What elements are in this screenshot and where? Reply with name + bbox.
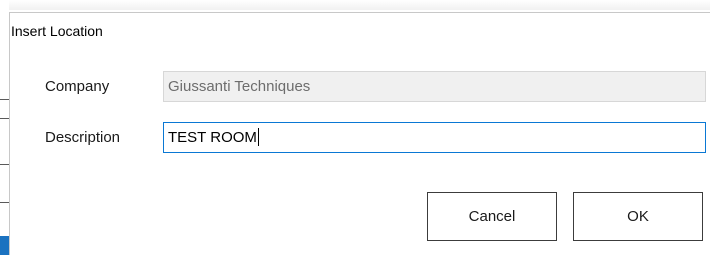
company-field: Giussanti Techniques	[163, 71, 706, 102]
background-divider	[0, 99, 9, 100]
dialog-title: Insert Location	[11, 23, 103, 39]
screen: Insert Location Company Giussanti Techni…	[0, 0, 710, 255]
background-divider	[0, 118, 9, 119]
background-divider	[0, 164, 9, 165]
text-caret	[257, 127, 259, 146]
description-label: Description	[45, 129, 121, 146]
company-value: Giussanti Techniques	[168, 78, 311, 95]
description-input[interactable]: TEST ROOM	[163, 122, 706, 153]
window-top-edge	[0, 0, 710, 10]
company-label: Company	[45, 78, 110, 95]
background-window-edge	[0, 0, 9, 255]
background-divider	[0, 202, 9, 203]
description-value: TEST ROOM	[168, 129, 257, 146]
ok-button[interactable]: OK	[573, 192, 703, 241]
cancel-button[interactable]: Cancel	[427, 192, 557, 241]
background-accent	[0, 236, 9, 255]
